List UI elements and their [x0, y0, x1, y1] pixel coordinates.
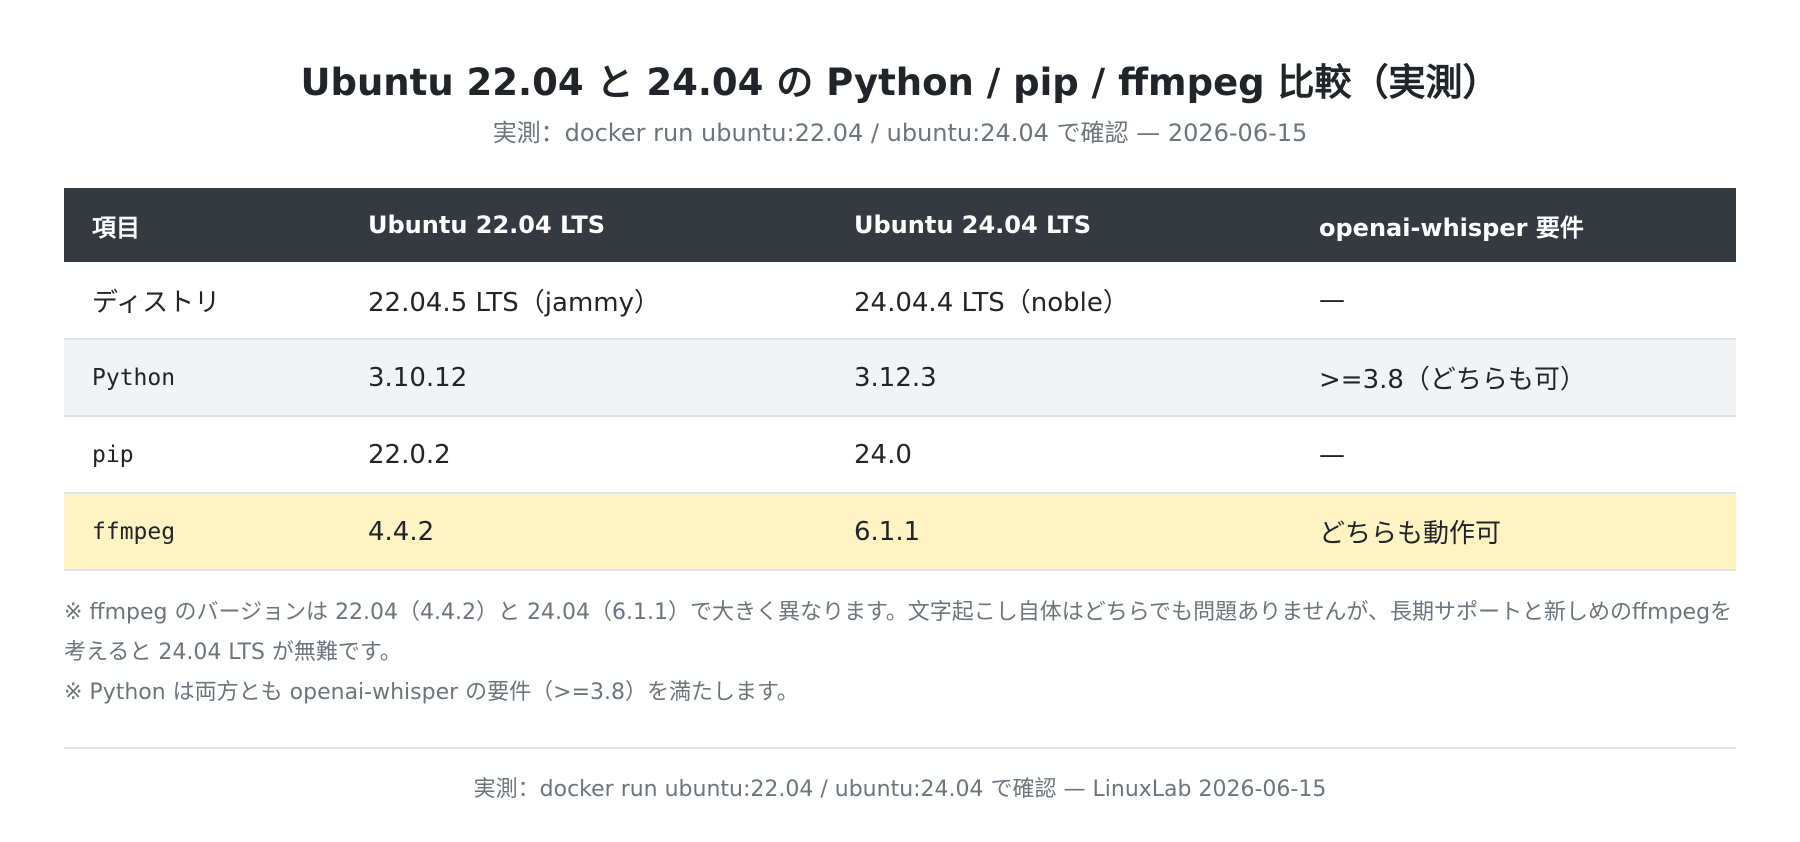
cell-ubuntu-2404: 6.1.1	[826, 493, 1291, 571]
cell-ubuntu-2204: 22.0.2	[340, 416, 826, 494]
footer-text: 実測：docker run ubuntu:22.04 / ubuntu:24.0…	[473, 777, 1327, 802]
cell-ubuntu-2404: 24.04.4 LTS（noble）	[826, 262, 1291, 340]
cell-whisper-requirement: >=3.8（どちらも可）	[1291, 339, 1736, 417]
cell-ubuntu-2204: 4.4.2	[340, 493, 826, 571]
page-title: Ubuntu 22.04 と 24.04 の Python / pip / ff…	[300, 61, 1500, 104]
table-header-row: 項目 Ubuntu 22.04 LTS Ubuntu 24.04 LTS ope…	[64, 188, 1736, 262]
table-row-python: Python 3.10.12 3.12.3 >=3.8（どちらも可）	[64, 339, 1736, 417]
cell-ubuntu-2204: 22.04.5 LTS（jammy）	[340, 262, 826, 340]
table-row-distro: ディストリ 22.04.5 LTS（jammy） 24.04.4 LTS（nob…	[64, 262, 1736, 340]
row-label: ディストリ	[64, 262, 340, 340]
footer-divider	[64, 747, 1736, 749]
cell-whisper-requirement: どちらも動作可	[1291, 493, 1736, 571]
comparison-table: 項目 Ubuntu 22.04 LTS Ubuntu 24.04 LTS ope…	[64, 188, 1736, 571]
table-row-ffmpeg: ffmpeg 4.4.2 6.1.1 どちらも動作可	[64, 493, 1736, 571]
cell-ubuntu-2404: 3.12.3	[826, 339, 1291, 417]
column-header-whisper-requirement: openai-whisper 要件	[1291, 188, 1736, 262]
cell-ubuntu-2204: 3.10.12	[340, 339, 826, 417]
table-row-pip: pip 22.0.2 24.0 —	[64, 416, 1736, 494]
column-header-item: 項目	[64, 188, 340, 262]
page: Ubuntu 22.04 と 24.04 の Python / pip / ff…	[0, 0, 1800, 842]
cell-whisper-requirement: —	[1291, 416, 1736, 494]
cell-ubuntu-2404: 24.0	[826, 416, 1291, 494]
page-subtitle: 実測：docker run ubuntu:22.04 / ubuntu:24.0…	[492, 119, 1308, 147]
cell-whisper-requirement: —	[1291, 262, 1736, 340]
row-label: Python	[64, 339, 340, 417]
column-header-ubuntu-2204: Ubuntu 22.04 LTS	[340, 188, 826, 262]
row-label: pip	[64, 416, 340, 494]
column-header-ubuntu-2404: Ubuntu 24.04 LTS	[826, 188, 1291, 262]
row-label: ffmpeg	[64, 493, 340, 571]
note-ffmpeg: ※ ffmpeg のバージョンは 22.04（4.4.2）と 24.04（6.1…	[64, 600, 1733, 665]
note-python: ※ Python は両方とも openai-whisper の要件（>=3.8）…	[64, 680, 799, 705]
notes: ※ ffmpeg のバージョンは 22.04（4.4.2）と 24.04（6.1…	[64, 593, 1736, 713]
